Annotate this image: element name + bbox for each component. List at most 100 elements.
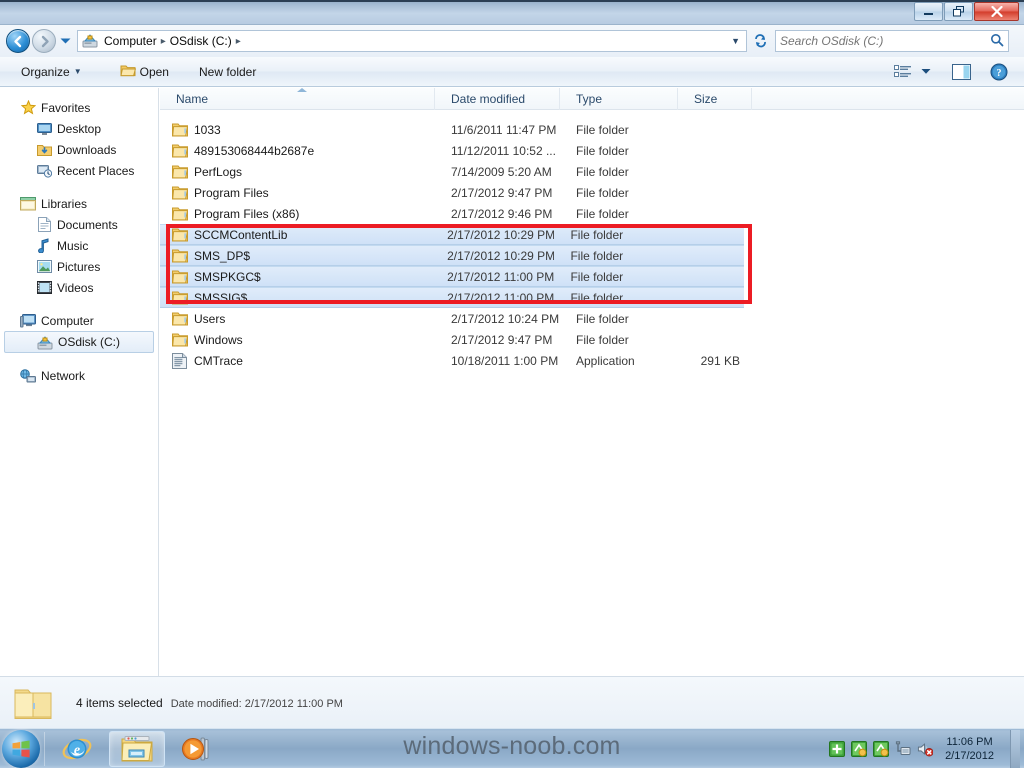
search-input[interactable]	[780, 34, 990, 48]
cell-name[interactable]: Users	[160, 311, 435, 327]
sidebar-label: Computer	[41, 313, 94, 328]
help-icon[interactable]: ?	[986, 61, 1012, 83]
table-row[interactable]: Users 2/17/2012 10:24 PM File folder	[160, 308, 1024, 329]
view-list-icon[interactable]	[890, 61, 916, 83]
cell-name[interactable]: 489153068444b2687e	[160, 143, 435, 159]
sidebar-item-pictures[interactable]: Pictures	[0, 256, 158, 277]
cell-name[interactable]: SMSSIG$	[160, 290, 431, 306]
table-row[interactable]: SMSPKGC$ 2/17/2012 11:00 PM File folder	[160, 266, 744, 287]
view-chevron-down-icon[interactable]	[918, 61, 934, 83]
sidebar-label: OSdisk (C:)	[58, 335, 121, 349]
close-button[interactable]	[974, 2, 1019, 21]
sidebar-item-desktop[interactable]: Desktop	[0, 118, 158, 139]
table-row[interactable]: Windows 2/17/2012 9:47 PM File folder	[160, 329, 1024, 350]
table-row[interactable]: SMSSIG$ 2/17/2012 11:00 PM File folder	[160, 287, 744, 308]
folder-icon	[172, 311, 188, 327]
folder-icon	[172, 248, 188, 264]
column-label: Size	[694, 91, 718, 106]
svg-text:e: e	[74, 743, 80, 758]
clock[interactable]: 11:06 PM 2/17/2012	[939, 735, 1002, 763]
table-row[interactable]: CMTrace 10/18/2011 1:00 PM Application 291 …	[160, 350, 1024, 371]
table-row[interactable]: 1033 11/6/2011 11:47 PM File folder	[160, 119, 1024, 140]
show-desktop-button[interactable]	[1010, 729, 1020, 768]
tray-network-activity-icon[interactable]	[851, 740, 868, 757]
tray-shield-icon[interactable]	[829, 740, 846, 757]
sidebar-item-favorites[interactable]: Favorites	[0, 97, 158, 118]
search-box[interactable]	[775, 30, 1009, 52]
sidebar-item-documents[interactable]: Documents	[0, 214, 158, 235]
column-header-type[interactable]: Type	[560, 87, 678, 110]
search-icon[interactable]	[990, 33, 1004, 50]
taskbar-internet-explorer-icon[interactable]: e	[49, 731, 105, 767]
cell-name[interactable]: Program Files	[160, 185, 435, 201]
cell-name[interactable]: SMSPKGC$	[160, 269, 431, 285]
cell-date-modified: 2/17/2012 11:00 PM	[447, 269, 555, 284]
cell-date-modified: 10/18/2011 1:00 PM	[451, 353, 559, 368]
open-button[interactable]: Open	[111, 61, 178, 83]
sidebar-item-libraries[interactable]: Libraries	[0, 193, 158, 214]
forward-button[interactable]	[32, 29, 56, 53]
table-row[interactable]: Program Files 2/17/2012 9:47 PM File folde…	[160, 182, 1024, 203]
sidebar-label: Pictures	[57, 259, 101, 274]
sort-ascending-icon	[297, 87, 307, 92]
breadcrumb-item-osdisk[interactable]: OSdisk (C:)	[167, 33, 235, 49]
sidebar-item-music[interactable]: Music	[0, 235, 158, 256]
minimize-button[interactable]	[914, 2, 943, 21]
sidebar-item-osdisk[interactable]: OSdisk (C:)	[4, 331, 154, 353]
cell-name[interactable]: Program Files (x86)	[160, 206, 435, 222]
tray-network-activity-2-icon[interactable]	[873, 740, 890, 757]
sidebar-label: Libraries	[41, 196, 88, 211]
cell-name[interactable]: Windows	[160, 332, 435, 348]
back-button[interactable]	[6, 29, 30, 53]
cell-type: File folder	[570, 248, 624, 263]
column-header-name[interactable]: Name	[160, 87, 435, 110]
taskbar-windows-explorer-icon[interactable]	[109, 730, 165, 767]
title-bar	[0, 0, 1024, 25]
cell-name[interactable]: CMTrace	[160, 352, 435, 369]
folder-icon	[172, 164, 188, 180]
organize-button[interactable]: Organize ▼	[12, 61, 91, 83]
chevron-down-icon[interactable]: ▼	[731, 36, 744, 46]
table-row[interactable]: SCCMContentLib 2/17/2012 10:29 PM File fol…	[160, 224, 744, 245]
cell-name[interactable]: PerfLogs	[160, 164, 435, 180]
file-name-label: Windows	[194, 332, 243, 347]
cell-name[interactable]: 1033	[160, 122, 435, 138]
sidebar-item-downloads[interactable]: Downloads	[0, 139, 158, 160]
breadcrumb-item-computer[interactable]: Computer	[101, 33, 160, 49]
table-row[interactable]: SMS_DP$ 2/17/2012 10:29 PM File folder	[160, 245, 744, 266]
cell-type: File folder	[570, 227, 624, 242]
restore-button[interactable]	[944, 2, 973, 21]
breadcrumb[interactable]: Computer ▸ OSdisk (C:) ▸ ▼	[77, 30, 747, 52]
breadcrumb-separator-2-icon[interactable]: ▸	[235, 36, 242, 47]
cell-type: File folder	[576, 332, 629, 347]
column-header-date-modified[interactable]: Date modified	[435, 87, 560, 110]
recent-pages-button[interactable]	[57, 29, 73, 53]
taskbar-windows-media-player-icon[interactable]	[169, 731, 225, 767]
address-bar: Computer ▸ OSdisk (C:) ▸ ▼	[0, 25, 1024, 57]
start-orb-icon[interactable]	[2, 729, 40, 768]
status-text: 4 items selected Date modified: 2/17/201…	[76, 696, 343, 710]
new-folder-button[interactable]: New folder	[190, 61, 265, 83]
folder-icon	[172, 206, 188, 222]
refresh-button[interactable]	[749, 30, 771, 52]
cell-name[interactable]: SMS_DP$	[160, 248, 431, 264]
navigation-pane: Favorites Desktop Downloads Recent Place…	[0, 88, 159, 676]
column-header-size[interactable]: Size	[678, 87, 752, 110]
cell-date-modified: 7/14/2009 5:20 AM	[451, 164, 552, 179]
table-row[interactable]: PerfLogs 7/14/2009 5:20 AM File folder	[160, 161, 1024, 182]
cell-name[interactable]: SCCMContentLib	[160, 227, 431, 243]
organize-label: Organize	[21, 64, 70, 79]
sidebar-item-computer[interactable]: Computer	[0, 310, 158, 331]
recent-places-icon	[36, 163, 52, 179]
tray-volume-muted-icon[interactable]	[917, 741, 934, 757]
sidebar-label: Desktop	[57, 121, 102, 136]
preview-pane-icon[interactable]	[948, 61, 974, 83]
sidebar-item-recent-places[interactable]: Recent Places	[0, 160, 158, 181]
breadcrumb-separator-icon[interactable]: ▸	[160, 36, 167, 47]
table-row[interactable]: 489153068444b2687e 11/12/2011 10:52 ... Fi…	[160, 140, 1024, 161]
sidebar-item-videos[interactable]: Videos	[0, 277, 158, 298]
sidebar-label: Network	[41, 368, 86, 383]
sidebar-item-network[interactable]: Network	[0, 365, 158, 386]
tray-network-icon[interactable]	[895, 740, 911, 757]
table-row[interactable]: Program Files (x86) 2/17/2012 9:46 PM File…	[160, 203, 1024, 224]
